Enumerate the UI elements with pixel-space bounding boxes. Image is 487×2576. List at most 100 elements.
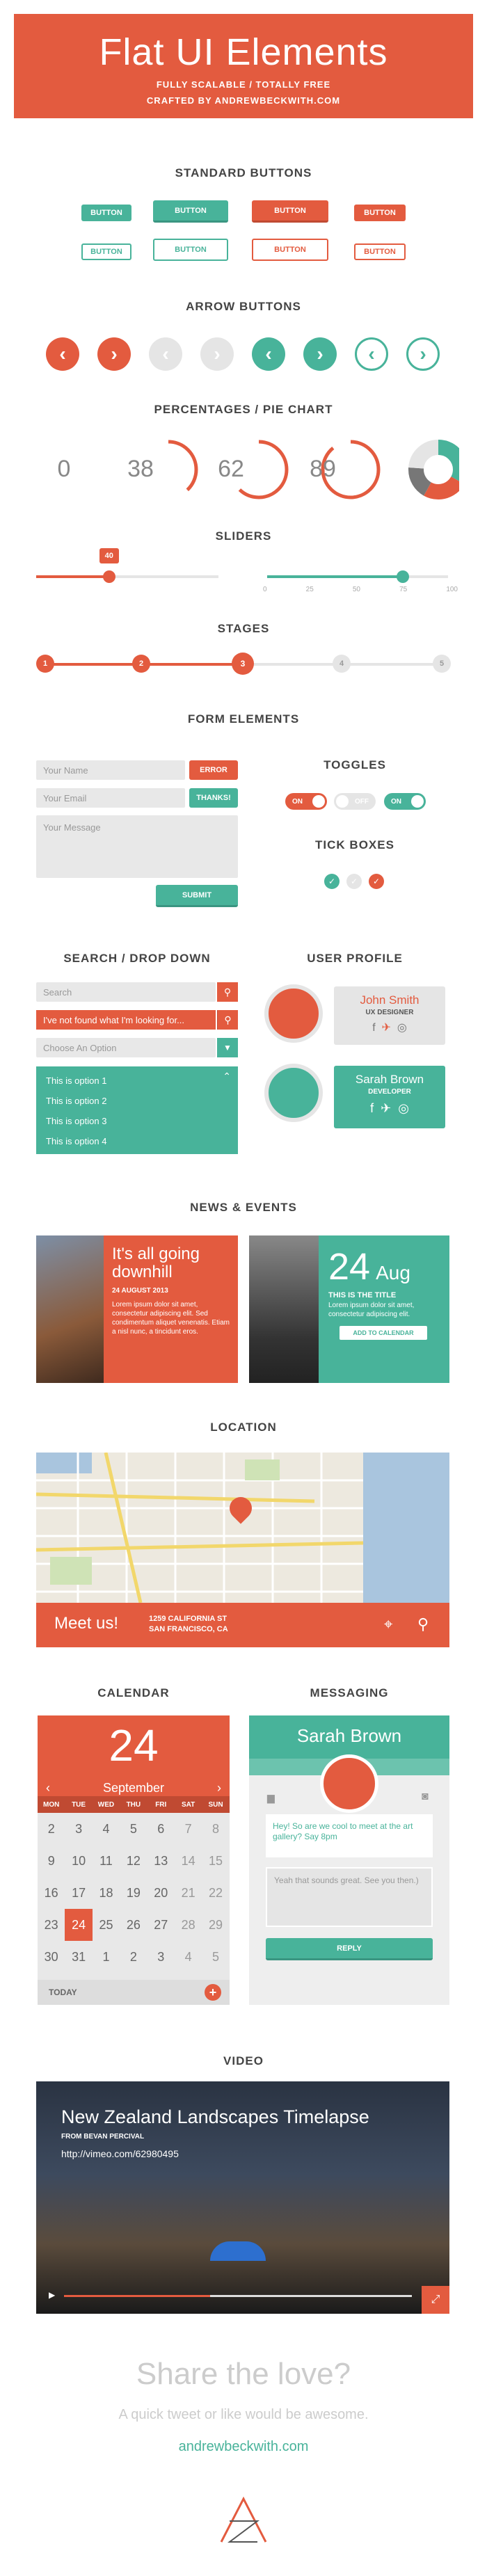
tickbox-unchecked[interactable]: ✓ [346, 874, 362, 889]
calendar-date[interactable]: 29 [202, 1909, 229, 1941]
calendar-date[interactable]: 30 [38, 1941, 65, 1973]
reply-button[interactable]: REPLY [266, 1938, 433, 1960]
search-error-field[interactable]: I've not found what I'm looking for... [36, 1010, 216, 1030]
calendar-date[interactable]: 21 [175, 1877, 202, 1909]
tickbox-checked-red[interactable]: ✓ [369, 874, 384, 889]
calendar-date[interactable]: 28 [175, 1909, 202, 1941]
next-arrow-teal[interactable]: › [303, 337, 337, 371]
email-field[interactable]: Your Email [36, 788, 185, 808]
stage-3-current[interactable]: 3 [232, 653, 254, 675]
dropdown-option[interactable]: This is option 4 [36, 1131, 238, 1151]
prev-arrow-button[interactable]: ‹ [46, 337, 79, 371]
calendar-date[interactable]: 15 [202, 1845, 229, 1877]
calendar-date[interactable]: 31 [65, 1941, 92, 1973]
facebook-icon[interactable]: f [370, 1101, 374, 1115]
calendar-date[interactable]: 3 [65, 1813, 92, 1845]
chevron-right-icon[interactable]: › [217, 1781, 221, 1795]
red-button-small[interactable]: BUTTON [354, 205, 406, 221]
calendar-date[interactable]: 10 [65, 1845, 92, 1877]
dropdown-option[interactable]: This is option 2 [36, 1091, 238, 1111]
search-error-button[interactable]: ⚲ [217, 1010, 238, 1030]
stage-5[interactable]: 5 [433, 655, 451, 673]
toggle-on-red[interactable]: ON [285, 793, 327, 810]
submit-button[interactable]: SUBMIT [156, 885, 238, 907]
teal-button-large[interactable]: BUTTON [153, 200, 228, 223]
prev-arrow-teal[interactable]: ‹ [252, 337, 285, 371]
twitter-icon[interactable]: ✈ [381, 1101, 391, 1115]
dribbble-icon[interactable]: ◎ [398, 1101, 409, 1115]
red-button-large[interactable]: BUTTON [252, 200, 328, 223]
calendar-date[interactable]: 2 [38, 1813, 65, 1845]
search-input[interactable]: Search [36, 982, 216, 1002]
today-label[interactable]: TODAY [49, 1987, 77, 1997]
calendar-date[interactable]: 11 [93, 1845, 120, 1877]
calendar-date[interactable]: 7 [175, 1813, 202, 1845]
calendar-date[interactable]: 26 [120, 1909, 147, 1941]
prev-arrow-outline[interactable]: ‹ [355, 337, 388, 371]
calendar-date[interactable]: 2 [120, 1941, 147, 1973]
stage-1[interactable]: 1 [36, 655, 54, 673]
slider1-handle[interactable] [102, 570, 115, 583]
add-to-calendar-button[interactable]: ADD TO CALENDAR [340, 1326, 427, 1340]
footer-link[interactable]: andrewbeckwith.com [0, 2439, 487, 2455]
prev-arrow-disabled[interactable]: ‹ [149, 337, 182, 371]
dropdown-toggle[interactable]: ▼ [217, 1038, 238, 1057]
message-field[interactable]: Your Message [36, 815, 238, 878]
facebook-icon[interactable]: f [372, 1022, 375, 1034]
tickbox-checked-teal[interactable]: ✓ [324, 874, 340, 889]
calendar-date[interactable]: 25 [93, 1909, 120, 1941]
calendar-date[interactable]: 9 [38, 1845, 65, 1877]
calendar-date[interactable]: 6 [147, 1813, 175, 1845]
camera-icon[interactable]: ◙ [422, 1791, 429, 1803]
crosshair-icon[interactable]: ⌖ [384, 1615, 392, 1633]
chat-icon[interactable]: ▆ [267, 1792, 275, 1804]
dropdown-option[interactable]: This is option 1 [36, 1071, 238, 1091]
search-button[interactable]: ⚲ [217, 982, 238, 1002]
play-icon[interactable]: ▶ [49, 2290, 55, 2300]
calendar-date[interactable]: 23 [38, 1909, 65, 1941]
calendar-date[interactable]: 18 [93, 1877, 120, 1909]
red-outline-button-large[interactable]: BUTTON [252, 239, 328, 261]
calendar-date[interactable]: 5 [120, 1813, 147, 1845]
calendar-date[interactable]: 17 [65, 1877, 92, 1909]
toggle-off[interactable]: OFF [334, 793, 376, 810]
calendar-date[interactable]: 4 [175, 1941, 202, 1973]
location-pin-icon[interactable]: ⚲ [417, 1615, 429, 1633]
map[interactable] [36, 1453, 449, 1603]
teal-button-small[interactable]: BUTTON [81, 205, 131, 221]
video-player[interactable]: New Zealand Landscapes Timelapse FROM BE… [36, 2081, 449, 2314]
calendar-date[interactable]: 24 [65, 1909, 93, 1941]
dropdown-select[interactable]: Choose An Option [36, 1038, 216, 1057]
calendar-date[interactable]: 5 [202, 1941, 229, 1973]
dribbble-icon[interactable]: ◎ [397, 1022, 407, 1034]
add-event-button[interactable]: + [205, 1984, 221, 2001]
teal-outline-button-large[interactable]: BUTTON [153, 239, 228, 261]
calendar-date[interactable]: 14 [175, 1845, 202, 1877]
calendar-date[interactable]: 4 [93, 1813, 120, 1845]
calendar-date[interactable]: 1 [93, 1941, 120, 1973]
news-title[interactable]: It's all going downhill [112, 1245, 230, 1281]
fullscreen-button[interactable]: ⤢ [422, 2286, 449, 2314]
calendar-date[interactable]: 3 [147, 1941, 175, 1973]
red-outline-button-small[interactable]: BUTTON [354, 243, 406, 260]
reply-field[interactable]: Yeah that sounds great. See you then.) [266, 1867, 433, 1927]
calendar-date[interactable]: 27 [147, 1909, 175, 1941]
next-arrow-button[interactable]: › [97, 337, 131, 371]
calendar-date[interactable]: 16 [38, 1877, 65, 1909]
calendar-date[interactable]: 12 [120, 1845, 147, 1877]
dropdown-option[interactable]: This is option 3 [36, 1111, 238, 1131]
chevron-left-icon[interactable]: ‹ [46, 1781, 50, 1795]
stage-4[interactable]: 4 [333, 655, 351, 673]
calendar-date[interactable]: 20 [147, 1877, 175, 1909]
toggle-on-teal[interactable]: ON [384, 793, 426, 810]
calendar-date[interactable]: 13 [147, 1845, 175, 1877]
name-field[interactable]: Your Name [36, 760, 185, 780]
twitter-icon[interactable]: ✈ [382, 1022, 391, 1034]
next-arrow-disabled[interactable]: › [200, 337, 234, 371]
next-arrow-outline[interactable]: › [406, 337, 440, 371]
calendar-date[interactable]: 22 [202, 1877, 229, 1909]
slider2-handle[interactable] [397, 570, 409, 583]
calendar-date[interactable]: 19 [120, 1877, 147, 1909]
stage-2[interactable]: 2 [132, 655, 150, 673]
calendar-date[interactable]: 8 [202, 1813, 229, 1845]
